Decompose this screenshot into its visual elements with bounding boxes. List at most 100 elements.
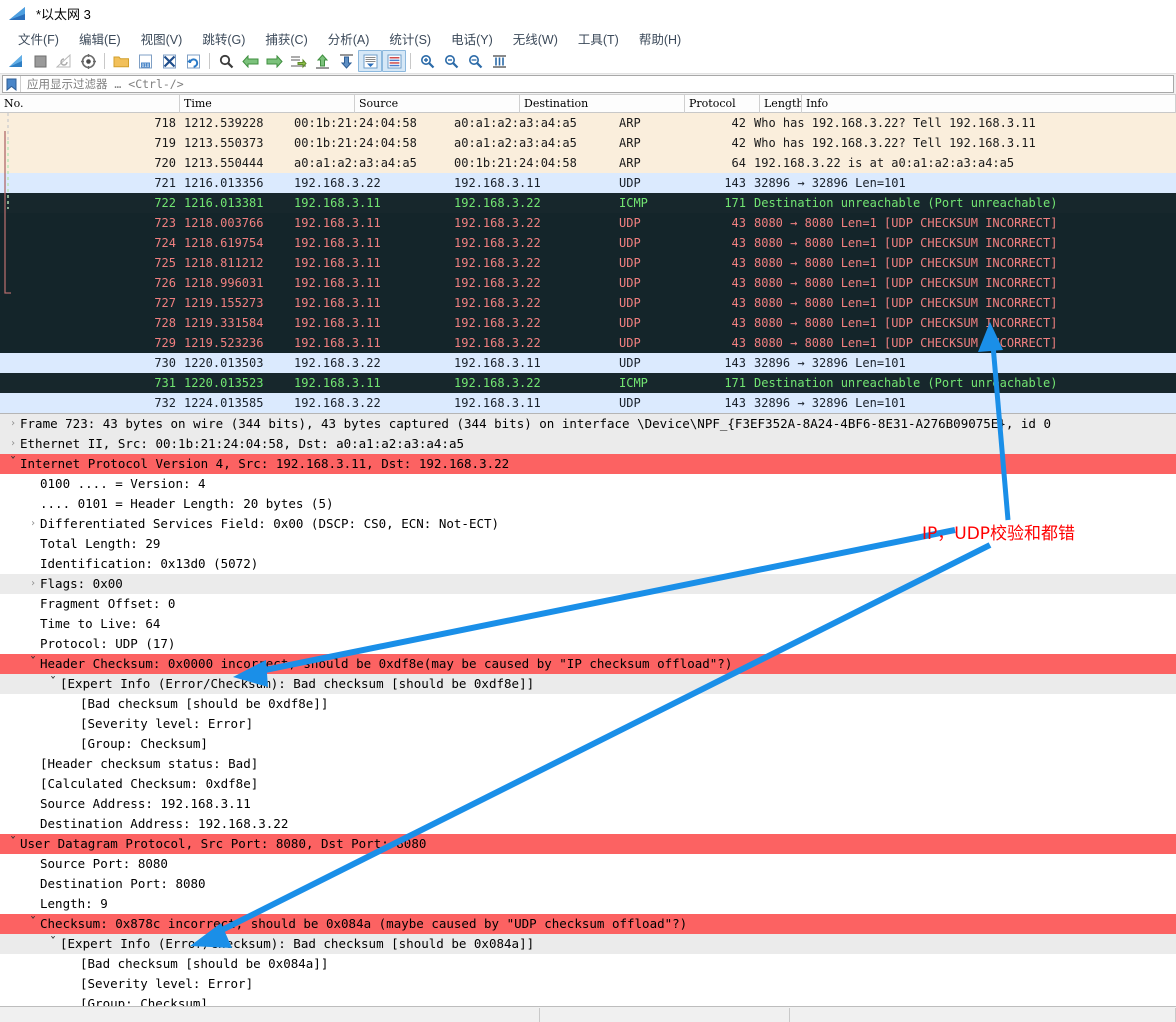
menu-capture[interactable]: 捕获(C) xyxy=(255,29,317,48)
chevron-right-icon[interactable]: › xyxy=(6,414,20,434)
packet-list-row[interactable]: 730 1220.013503 192.168.3.22 192.168.3.11 UD… xyxy=(0,353,1176,373)
menu-edit[interactable]: 编辑(E) xyxy=(69,29,131,48)
start-capture-icon[interactable] xyxy=(4,50,28,72)
packet-list-body[interactable]: 718 1212.539228 00:1b:21:24:04:58 a0:a1:a2:… xyxy=(0,113,1176,413)
auto-scroll-icon[interactable] xyxy=(358,50,382,72)
chevron-right-icon[interactable]: › xyxy=(26,574,40,594)
column-header-length[interactable]: Length xyxy=(760,94,802,113)
packet-detail-row[interactable]: 0100 .... = Version: 4 xyxy=(0,474,1176,494)
packet-list-row[interactable]: 722 1216.013381 192.168.3.11 192.168.3.22 IC… xyxy=(0,193,1176,213)
packet-list-row[interactable]: 723 1218.003766 192.168.3.11 192.168.3.22 UD… xyxy=(0,213,1176,233)
open-file-icon[interactable] xyxy=(109,50,133,72)
save-file-icon[interactable]: 010 xyxy=(133,50,157,72)
packet-detail-row[interactable]: [Calculated Checksum: 0xdf8e] xyxy=(0,774,1176,794)
packet-detail-row[interactable]: Time to Live: 64 xyxy=(0,614,1176,634)
chevron-down-icon[interactable]: ˇ xyxy=(26,914,40,934)
stop-capture-icon[interactable] xyxy=(28,50,52,72)
menu-telephony[interactable]: 电话(Y) xyxy=(441,29,503,48)
packet-detail-row[interactable]: Identification: 0x13d0 (5072) xyxy=(0,554,1176,574)
packet-detail-row[interactable]: [Bad checksum [should be 0xdf8e]] xyxy=(0,694,1176,714)
zoom-reset-icon[interactable] xyxy=(463,50,487,72)
menu-go[interactable]: 跳转(G) xyxy=(192,29,255,48)
packet-detail-row[interactable]: Source Port: 8080 xyxy=(0,854,1176,874)
packet-detail-row[interactable]: .... 0101 = Header Length: 20 bytes (5) xyxy=(0,494,1176,514)
packet-detail-row[interactable]: [Bad checksum [should be 0x084a]] xyxy=(0,954,1176,974)
packet-detail-row[interactable]: ˇ [Expert Info (Error/Checksum): Bad chec… xyxy=(0,674,1176,694)
menu-wireless[interactable]: 无线(W) xyxy=(503,29,568,48)
packet-list-row[interactable]: 719 1213.550373 00:1b:21:24:04:58 a0:a1:a2:… xyxy=(0,133,1176,153)
packet-detail-row[interactable]: Protocol: UDP (17) xyxy=(0,634,1176,654)
packet-detail-row[interactable]: ˇ User Datagram Protocol, Src Port: 8080,… xyxy=(0,834,1176,854)
packet-details-pane[interactable]: › Frame 723: 43 bytes on wire (344 bits),… xyxy=(0,414,1176,1014)
chevron-down-icon[interactable]: ˇ xyxy=(6,454,20,474)
chevron-down-icon[interactable]: ˇ xyxy=(26,654,40,674)
packet-list-row[interactable]: 720 1213.550444 a0:a1:a2:a3:a4:a5 00:1b:21:… xyxy=(0,153,1176,173)
packet-detail-row[interactable]: Source Address: 192.168.3.11 xyxy=(0,794,1176,814)
go-back-icon[interactable] xyxy=(238,50,262,72)
packet-list-pane[interactable]: No. Time Source Destination Protocol Len… xyxy=(0,94,1176,414)
display-filter-input[interactable]: 应用显示过滤器 … <Ctrl-/> xyxy=(2,75,1174,93)
packet-list-row[interactable]: 731 1220.013523 192.168.3.11 192.168.3.22 IC… xyxy=(0,373,1176,393)
zoom-in-icon[interactable] xyxy=(415,50,439,72)
packet-detail-row[interactable]: ˇ Internet Protocol Version 4, Src: 192.1… xyxy=(0,454,1176,474)
colorize-icon[interactable] xyxy=(382,50,406,72)
menu-statistics[interactable]: 统计(S) xyxy=(379,29,441,48)
packet-detail-row[interactable]: › Frame 723: 43 bytes on wire (344 bits),… xyxy=(0,414,1176,434)
packet-detail-row[interactable]: [Severity level: Error] xyxy=(0,714,1176,734)
packet-detail-row[interactable]: [Header checksum status: Bad] xyxy=(0,754,1176,774)
packet-detail-row[interactable]: Destination Port: 8080 xyxy=(0,874,1176,894)
packet-detail-row[interactable]: › Flags: 0x00 xyxy=(0,574,1176,594)
go-to-last-packet-icon[interactable] xyxy=(334,50,358,72)
packet-source: 192.168.3.11 xyxy=(294,376,381,390)
find-packet-icon[interactable] xyxy=(214,50,238,72)
restart-capture-icon[interactable] xyxy=(52,50,76,72)
menu-tools[interactable]: 工具(T) xyxy=(568,29,629,48)
go-forward-icon[interactable] xyxy=(262,50,286,72)
column-header-info[interactable]: Info xyxy=(802,94,1176,113)
packet-detail-row[interactable]: › Ethernet II, Src: 00:1b:21:24:04:58, Ds… xyxy=(0,434,1176,454)
zoom-out-icon[interactable] xyxy=(439,50,463,72)
packet-list-row[interactable]: 718 1212.539228 00:1b:21:24:04:58 a0:a1:a2:… xyxy=(0,113,1176,133)
packet-list-row[interactable]: 729 1219.523236 192.168.3.11 192.168.3.22 UD… xyxy=(0,333,1176,353)
filter-bookmark-icon[interactable] xyxy=(3,76,21,92)
packet-detail-row[interactable]: Length: 9 xyxy=(0,894,1176,914)
packet-list-row[interactable]: 726 1218.996031 192.168.3.11 192.168.3.22 UD… xyxy=(0,273,1176,293)
packet-list-row[interactable]: 721 1216.013356 192.168.3.22 192.168.3.11 UD… xyxy=(0,173,1176,193)
packet-list-row[interactable]: 727 1219.155273 192.168.3.11 192.168.3.22 UD… xyxy=(0,293,1176,313)
go-to-first-packet-icon[interactable] xyxy=(310,50,334,72)
chevron-right-icon[interactable]: › xyxy=(26,514,40,534)
packet-detail-row[interactable]: › Differentiated Services Field: 0x00 (DS… xyxy=(0,514,1176,534)
packet-detail-row[interactable]: [Severity level: Error] xyxy=(0,974,1176,994)
packet-protocol: ARP xyxy=(619,136,641,150)
menu-file[interactable]: 文件(F) xyxy=(8,29,69,48)
resize-columns-icon[interactable] xyxy=(487,50,511,72)
chevron-down-icon[interactable]: ˇ xyxy=(46,674,60,694)
packet-detail-row[interactable]: ˇ Checksum: 0x878c incorrect, should be 0… xyxy=(0,914,1176,934)
packet-detail-row[interactable]: Destination Address: 192.168.3.22 xyxy=(0,814,1176,834)
column-header-protocol[interactable]: Protocol xyxy=(685,94,760,113)
reload-file-icon[interactable] xyxy=(181,50,205,72)
packet-list-row[interactable]: 728 1219.331584 192.168.3.11 192.168.3.22 UD… xyxy=(0,313,1176,333)
chevron-down-icon[interactable]: ˇ xyxy=(46,934,60,954)
column-header-no[interactable]: No. xyxy=(0,94,180,113)
capture-options-icon[interactable] xyxy=(76,50,100,72)
chevron-right-icon[interactable]: › xyxy=(6,434,20,454)
packet-list-row[interactable]: 725 1218.811212 192.168.3.11 192.168.3.22 UD… xyxy=(0,253,1176,273)
column-header-source[interactable]: Source xyxy=(355,94,520,113)
packet-detail-row[interactable]: ˇ Header Checksum: 0x0000 incorrect, shou… xyxy=(0,654,1176,674)
column-header-destination[interactable]: Destination xyxy=(520,94,685,113)
menu-view[interactable]: 视图(V) xyxy=(131,29,193,48)
packet-detail-row[interactable]: Fragment Offset: 0 xyxy=(0,594,1176,614)
column-header-time[interactable]: Time xyxy=(180,94,355,113)
chevron-down-icon[interactable]: ˇ xyxy=(6,834,20,854)
packet-list-row[interactable]: 724 1218.619754 192.168.3.11 192.168.3.22 UD… xyxy=(0,233,1176,253)
packet-list-row[interactable]: 732 1224.013585 192.168.3.22 192.168.3.11 UD… xyxy=(0,393,1176,413)
close-file-icon[interactable] xyxy=(157,50,181,72)
menu-help[interactable]: 帮助(H) xyxy=(629,29,691,48)
packet-detail-row[interactable]: Total Length: 29 xyxy=(0,534,1176,554)
go-to-packet-icon[interactable] xyxy=(286,50,310,72)
packet-detail-row[interactable]: [Group: Checksum] xyxy=(0,734,1176,754)
menu-analyze[interactable]: 分析(A) xyxy=(318,29,380,48)
packet-details-tree[interactable]: › Frame 723: 43 bytes on wire (344 bits),… xyxy=(0,414,1176,1014)
packet-detail-row[interactable]: ˇ [Expert Info (Error/Checksum): Bad chec… xyxy=(0,934,1176,954)
